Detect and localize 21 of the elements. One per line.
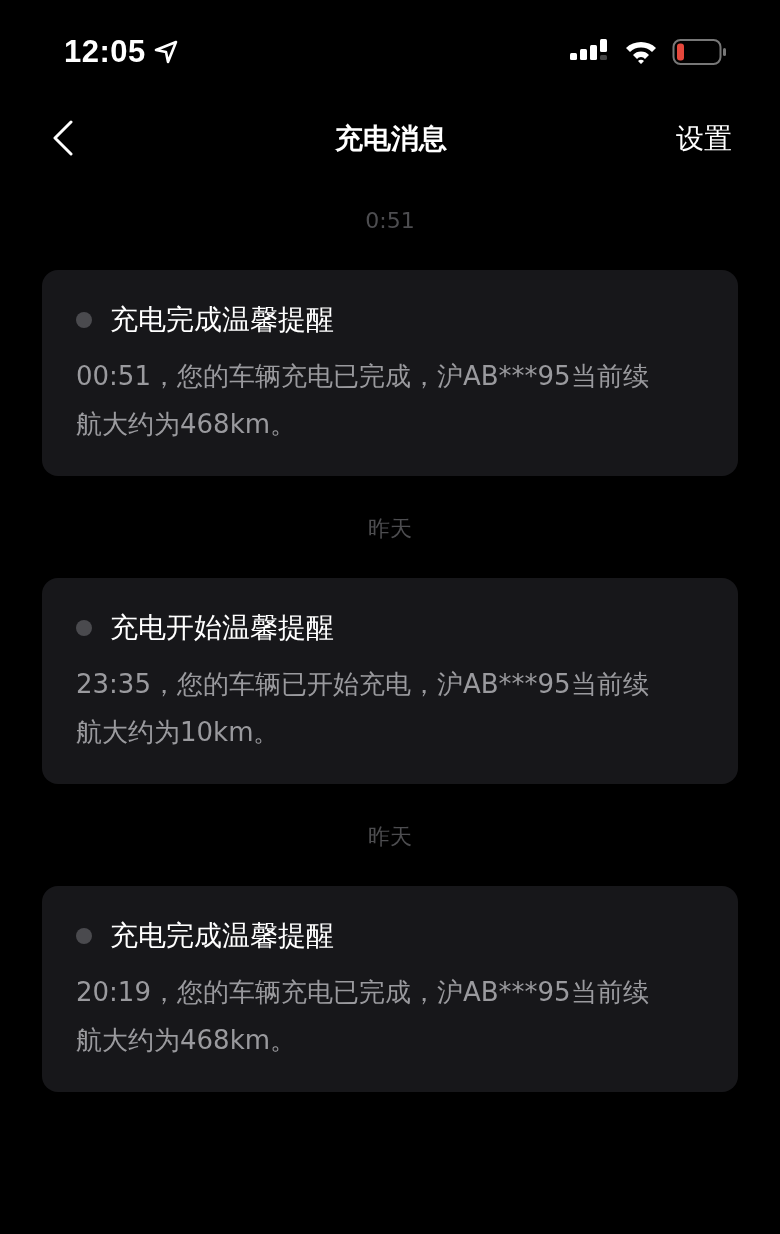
message-card[interactable]: 充电开始温馨提醒 23:35，您的车辆已开始充电，沪AB***95当前续航大约为10km。 — [42, 578, 738, 784]
message-title: 充电完成温馨提醒 — [110, 918, 334, 954]
date-label: 0:51 — [364, 207, 416, 235]
status-time: 12:05 — [64, 34, 146, 70]
message-body: 23:35，您的车辆已开始充电，沪AB***95当前续航大约为10km。 — [76, 668, 650, 749]
settings-link[interactable]: 设置 — [676, 120, 732, 158]
location-arrow-icon — [153, 40, 178, 64]
page-title: 充电消息 — [335, 121, 447, 157]
battery-icon — [672, 38, 728, 66]
message-body: 00:51，您的车辆充电已完成，沪AB***95当前续航大约为468km。 — [76, 360, 650, 441]
message-title: 充电完成温馨提醒 — [110, 302, 334, 338]
date-label: 昨天 — [367, 823, 413, 851]
bullet-icon — [76, 312, 92, 328]
wifi-icon — [624, 39, 658, 65]
date-label: 昨天 — [367, 515, 413, 543]
message-card[interactable]: 充电完成温馨提醒 00:51，您的车辆充电已完成，沪AB***95当前续航大约为468km。 — [42, 270, 738, 476]
message-card[interactable]: 充电完成温馨提醒 20:19，您的车辆充电已完成，沪AB***95当前续航大约为468km。 — [42, 886, 738, 1092]
bullet-icon — [76, 620, 92, 636]
message-body: 20:19，您的车辆充电已完成，沪AB***95当前续航大约为468km。 — [76, 976, 650, 1057]
message-title: 充电开始温馨提醒 — [110, 610, 334, 646]
bullet-icon — [76, 928, 92, 944]
